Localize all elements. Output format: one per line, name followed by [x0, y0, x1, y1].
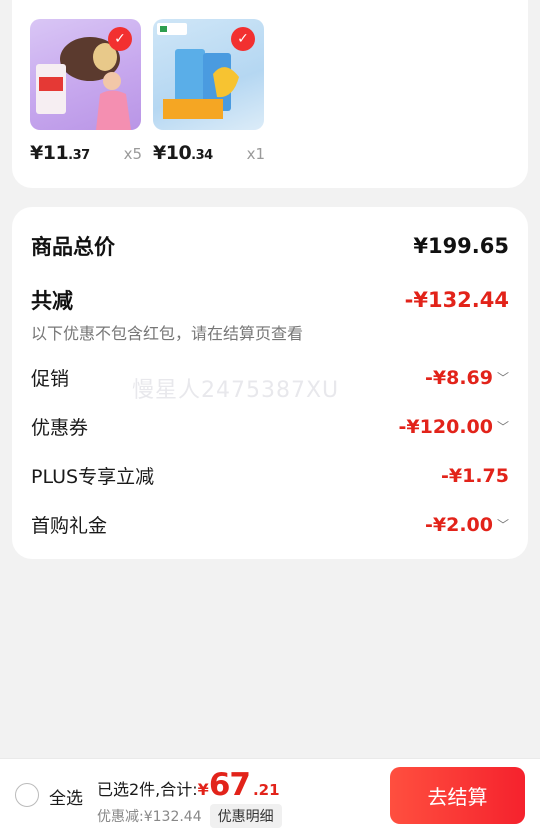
discount-label: 优惠券 [31, 417, 89, 439]
discount-value: -¥8.69 ﹀ [425, 366, 509, 389]
discount-label: 促销 [31, 368, 70, 390]
selected-total-prefix: 已选2件,合计: [97, 780, 198, 799]
total-reduce-value: -¥132.44 [404, 288, 509, 312]
selected-products-card: ✓ ¥11.37 x5 ✓ ¥10.34 x1 [12, 0, 528, 188]
total-price-value: ¥199.65 [413, 234, 509, 258]
product-price: ¥10.34 [153, 142, 213, 164]
product-quantity: x1 [246, 145, 265, 163]
checkout-bar: 全选 已选2件,合计: ¥ 67 .21 优惠减:¥132.44 优惠明细 去结… [0, 758, 540, 832]
total-price-label: 商品总价 [31, 235, 115, 259]
select-all-label[interactable]: 全选 [49, 784, 83, 809]
discount-row-promotion[interactable]: 促销 -¥8.69 ﹀ [31, 364, 509, 391]
product-price-line: ¥10.34 x1 [153, 142, 265, 166]
product-quantity: x5 [123, 145, 142, 163]
chevron-down-icon: ﹀ [496, 371, 509, 385]
price-summary-card: 商品总价 ¥199.65 共减 -¥132.44 以下优惠不包含红包，请在结算页… [12, 207, 528, 559]
selected-check-icon: ✓ [231, 27, 255, 51]
total-currency: ¥ [197, 780, 209, 799]
discount-value: -¥1.75 [441, 464, 509, 487]
discount-summary: 优惠减:¥132.44 优惠明细 [97, 804, 282, 828]
discount-detail-button[interactable]: 优惠明细 [209, 804, 282, 828]
discount-value: -¥2.00 ﹀ [425, 513, 509, 536]
discount-label: 首购礼金 [31, 515, 108, 537]
product-thumbnail[interactable]: ✓ [153, 19, 264, 130]
selected-total: 已选2件,合计: ¥ 67 .21 [97, 767, 280, 803]
product-thumbnail[interactable]: ✓ [30, 19, 141, 130]
product-price-line: ¥11.37 x5 [30, 142, 142, 166]
discount-row-coupon[interactable]: 优惠券 -¥120.00 ﹀ [31, 413, 509, 440]
discount-row-first-purchase[interactable]: 首购礼金 -¥2.00 ﹀ [31, 511, 509, 538]
chevron-down-icon: ﹀ [496, 420, 509, 434]
discount-note: 以下优惠不包含红包，请在结算页查看 [31, 324, 304, 343]
checkout-button[interactable]: 去结算 [390, 767, 525, 824]
total-amount-decimal: .21 [252, 781, 280, 799]
discount-row-plus: PLUS专享立减 -¥1.75 [31, 462, 509, 489]
discount-value: -¥120.00 ﹀ [398, 415, 509, 438]
discount-label: PLUS专享立减 [31, 466, 155, 488]
total-reduce-label: 共减 [31, 289, 73, 313]
select-all-radio[interactable] [15, 783, 39, 807]
product-price: ¥11.37 [30, 142, 90, 164]
total-amount-integer: 67 [208, 767, 251, 803]
discount-total-text: 优惠减:¥132.44 [97, 809, 202, 825]
selected-check-icon: ✓ [108, 27, 132, 51]
total-reduce-row: 共减 -¥132.44 [31, 285, 509, 315]
total-price-row: 商品总价 ¥199.65 [31, 231, 509, 261]
chevron-down-icon: ﹀ [496, 518, 509, 532]
